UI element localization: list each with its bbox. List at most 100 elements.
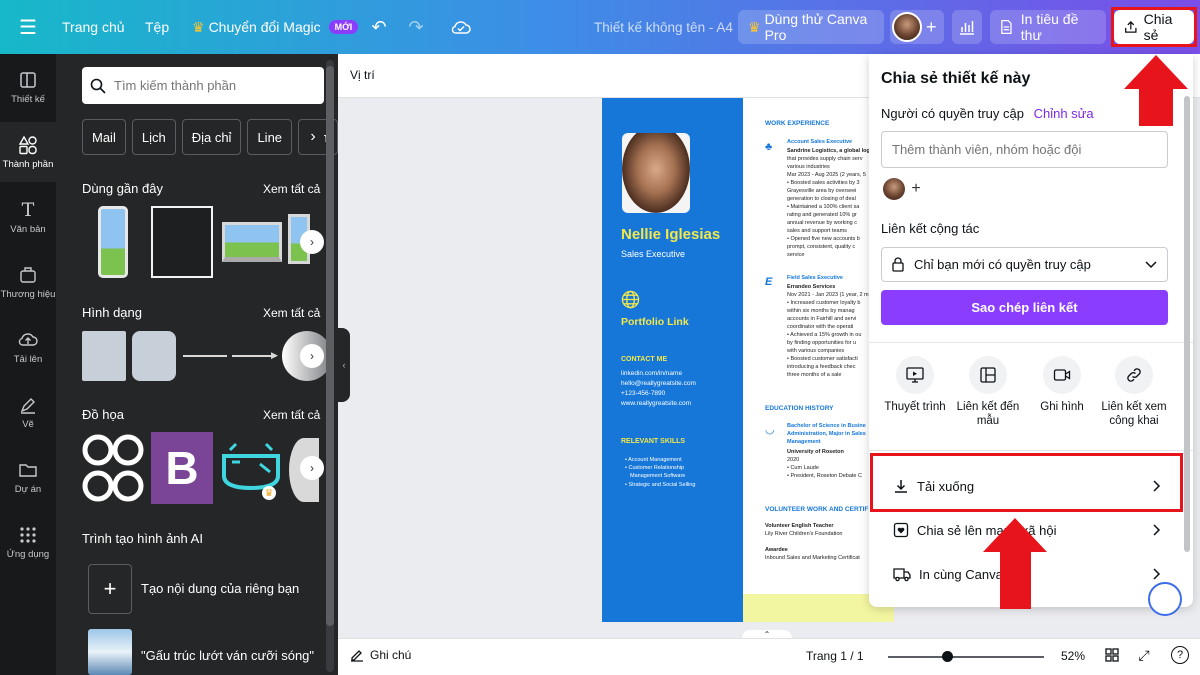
help-assistant-button[interactable] xyxy=(1148,582,1182,616)
shape-square[interactable] xyxy=(82,331,126,381)
ai-create-plus-icon[interactable]: + xyxy=(88,564,132,614)
contact-item[interactable]: linkedin.com/in/name xyxy=(621,369,682,379)
contact-item[interactable]: hello@reallygreatsite.com xyxy=(621,379,696,389)
help-icon[interactable]: ? xyxy=(1171,646,1189,664)
rail-item-uploads[interactable]: Tải lên xyxy=(0,317,56,377)
left-rail: Thiết kế Thành phần T Văn bản Thương hiệ… xyxy=(0,54,56,675)
file-menu-button[interactable]: Tệp xyxy=(145,0,169,54)
shape-arrow-line[interactable] xyxy=(232,355,276,357)
print-letterhead-button[interactable]: In tiêu đề thư xyxy=(990,10,1106,44)
recent-see-all-link[interactable]: Xem tất cả xyxy=(263,182,320,196)
grid-view-icon[interactable] xyxy=(1103,646,1121,664)
chevron-right-icon[interactable]: › xyxy=(302,124,324,150)
rail-item-brand[interactable]: Thương hiệu xyxy=(0,252,56,312)
redo-icon[interactable]: ↷ xyxy=(405,0,427,54)
template-link-option[interactable]: Liên kết đến mẫu xyxy=(951,356,1025,428)
divider xyxy=(869,342,1193,343)
public-link-option[interactable]: Liên kết xem công khai xyxy=(1097,356,1171,428)
contact-heading[interactable]: CONTACT ME xyxy=(621,356,667,363)
edu-subtitle[interactable]: Management xyxy=(787,439,821,445)
portfolio-link[interactable]: Portfolio Link xyxy=(621,316,689,328)
rail-item-apps[interactable]: Ứng dụng xyxy=(0,512,56,572)
resume-line: Grayesville area by overseei xyxy=(787,188,857,194)
job2-details[interactable]: Errandeo Services Nov 2021 - Jan 2023 (1 … xyxy=(787,283,869,379)
chip-line[interactable]: Line xyxy=(247,119,293,155)
shapes-see-all-link[interactable]: Xem tất cả xyxy=(263,306,320,320)
recent-laptop-thumb[interactable] xyxy=(222,222,282,262)
resume-name[interactable]: Nellie Iglesias xyxy=(621,226,720,243)
arrow-stem xyxy=(1139,88,1173,126)
notes-button[interactable]: Ghi chú xyxy=(350,648,411,662)
menu-icon[interactable]: ☰ xyxy=(14,0,42,54)
magic-switch-button[interactable]: ♛ Chuyển đổi Magic MỚI xyxy=(192,0,359,54)
search-input[interactable] xyxy=(114,78,314,93)
crown-icon: ♛ xyxy=(192,18,205,35)
fullscreen-icon[interactable]: ⤢ xyxy=(1135,646,1153,664)
show-pages-toggle[interactable]: ⌃ xyxy=(742,630,792,639)
position-button[interactable]: Vị trí xyxy=(350,68,375,82)
insights-chart-icon[interactable] xyxy=(952,10,982,44)
present-option[interactable]: Thuyết trình xyxy=(878,356,952,414)
undo-icon[interactable]: ↶ xyxy=(368,0,390,54)
work-heading[interactable]: WORK EXPERIENCE xyxy=(765,120,829,127)
zoom-slider-track[interactable] xyxy=(888,656,1044,658)
profile-photo[interactable] xyxy=(622,133,690,213)
job1-title[interactable]: Account Sales Executive xyxy=(787,139,852,145)
search-box[interactable] xyxy=(82,67,324,104)
share-panel-scrollbar[interactable] xyxy=(1184,96,1190,552)
rail-item-draw[interactable]: Vẽ xyxy=(0,382,56,442)
job1-details[interactable]: Sandrine Logistics, a global log that pro… xyxy=(787,147,870,259)
ai-sample-label[interactable]: "Gấu trúc lướt ván cưỡi sóng" xyxy=(141,648,314,663)
try-pro-button[interactable]: ♛ Dùng thử Canva Pro xyxy=(738,10,884,44)
edu-subtitle[interactable]: Administration, Major in Sales xyxy=(787,431,866,437)
chip-address[interactable]: Địa chỉ xyxy=(181,119,242,155)
chip-calendar[interactable]: Lịch xyxy=(131,119,176,155)
design-page[interactable]: Nellie Iglesias Sales Executive Portfoli… xyxy=(602,98,894,622)
skill-item[interactable]: • Strategic and Social Selling xyxy=(625,481,695,490)
zoom-level[interactable]: 52% xyxy=(1061,649,1085,663)
recent-phone-thumb[interactable] xyxy=(98,206,128,278)
contact-item[interactable]: +123-456-7890 xyxy=(621,389,665,399)
collab-access-select[interactable]: Chỉ bạn mới có quyền truy cập xyxy=(881,247,1168,282)
document-title[interactable]: Thiết kế không tên - A4 xyxy=(594,0,733,54)
invite-input[interactable] xyxy=(881,131,1168,168)
ai-create-own-label[interactable]: Tạo nội dung của riêng bạn xyxy=(141,581,299,596)
rail-item-text[interactable]: T Văn bản xyxy=(0,187,56,247)
edu-details[interactable]: University of Roseton 2020 • Cum Laude • Pr… xyxy=(787,448,862,480)
copy-link-button[interactable]: Sao chép liên kết xyxy=(881,290,1168,325)
add-person-icon[interactable]: + xyxy=(905,178,927,200)
shape-line[interactable] xyxy=(183,355,227,357)
home-button[interactable]: Trang chủ xyxy=(62,0,125,54)
panel-scrollbar-thumb[interactable] xyxy=(326,66,334,626)
truck-icon xyxy=(893,568,911,582)
job2-title[interactable]: Field Sales Executive xyxy=(787,275,843,281)
ai-sample-thumb[interactable] xyxy=(88,629,132,675)
shape-rounded-square[interactable] xyxy=(132,331,176,381)
skills-heading[interactable]: RELEVANT SKILLS xyxy=(621,438,685,445)
recent-frame-thumb[interactable] xyxy=(151,206,213,278)
graphics-see-all-link[interactable]: Xem tất cả xyxy=(263,408,320,422)
shapes-next-button[interactable]: › xyxy=(300,344,324,368)
collapse-panel-icon[interactable]: ‹ xyxy=(338,328,350,402)
edit-access-link[interactable]: Chỉnh sửa xyxy=(1034,106,1094,121)
skill-item[interactable]: Management Software xyxy=(630,472,685,481)
volunteer-details[interactable]: Volunteer English Teacher Lily River Chil… xyxy=(765,522,860,562)
chip-mail[interactable]: Mail xyxy=(82,119,126,155)
education-heading[interactable]: EDUCATION HISTORY xyxy=(765,405,834,412)
collaborators-button[interactable]: + xyxy=(890,10,944,44)
graphic-letter-b[interactable]: B xyxy=(151,432,213,504)
graphics-next-button[interactable]: › xyxy=(300,456,324,480)
volunteer-heading[interactable]: VOLUNTEER WORK AND CERTIF xyxy=(765,506,868,513)
edu-title[interactable]: Bachelor of Science in Busine xyxy=(787,423,866,429)
recent-next-button[interactable]: › xyxy=(300,230,324,254)
page-indicator[interactable]: Trang 1 / 1 xyxy=(806,649,864,663)
contact-item[interactable]: www.reallygreatsite.com xyxy=(621,399,691,409)
rail-item-design[interactable]: Thiết kế xyxy=(0,57,56,117)
record-option[interactable]: Ghi hình xyxy=(1025,356,1099,414)
rail-item-elements[interactable]: Thành phần xyxy=(0,122,56,182)
graphic-knot[interactable] xyxy=(80,432,146,504)
avatar[interactable] xyxy=(883,178,905,200)
rail-item-projects[interactable]: Dự án xyxy=(0,447,56,507)
cloud-saved-icon[interactable] xyxy=(450,0,472,54)
resume-role[interactable]: Sales Executive xyxy=(621,249,685,259)
